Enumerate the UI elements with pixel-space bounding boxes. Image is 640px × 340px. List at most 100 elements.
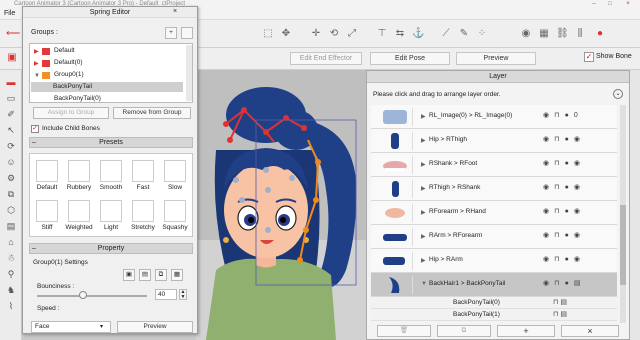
copy-preset-icon[interactable]: ⧉ — [155, 269, 167, 281]
flip-icon[interactable]: ⇆ — [394, 28, 406, 40]
bounciness-input[interactable]: 40 — [155, 289, 177, 300]
link-icon[interactable]: ⛓ — [556, 28, 569, 40]
tool-face-icon[interactable]: ☺ — [5, 156, 17, 168]
delete-layer-icon[interactable]: 🗑 — [377, 325, 431, 337]
include-child-bones-checkbox-icon[interactable]: ✓ — [31, 125, 39, 133]
visibility-icon[interactable]: ◉ — [574, 232, 580, 239]
duplicate-layer-icon[interactable]: ⧉ — [437, 325, 491, 337]
tool-brush-icon[interactable]: ✐ — [5, 108, 17, 120]
eye-icon[interactable]: ◉ — [543, 232, 549, 239]
bounciness-slider-thumb[interactable] — [79, 291, 87, 299]
tool-sprite-icon[interactable]: ⚙ — [5, 172, 17, 184]
tree-row-group0-1[interactable]: ▼ Group0(1) — [32, 70, 182, 80]
tool-lasso-icon[interactable]: ⟳ — [5, 140, 17, 152]
lock-icon[interactable]: ⊓ — [553, 311, 558, 318]
visibility-icon[interactable]: ◉ — [574, 256, 580, 263]
remove-layer-button[interactable]: × — [561, 325, 619, 337]
expand-arrow-icon[interactable]: ▶ — [421, 185, 426, 192]
add-group-button[interactable]: + — [165, 27, 177, 39]
split-icon[interactable]: ⫼ — [574, 28, 586, 40]
tool-layer-icon[interactable]: ⧉ — [5, 188, 17, 200]
chevron-down-icon[interactable]: ⌄ — [613, 89, 623, 99]
move-icon[interactable]: ✛ — [310, 28, 322, 40]
lock-icon[interactable]: ⊓ — [554, 280, 559, 287]
remove-from-group-button[interactable]: Remove from Group — [113, 107, 191, 119]
layer-row[interactable]: ▶ RShank > RFoot ◉ ⊓ ● ◉ — [371, 153, 617, 177]
save-preset-icon[interactable]: ▣ — [123, 269, 135, 281]
preset-stretchy[interactable]: Stretchy — [128, 200, 158, 231]
layer-row[interactable]: ▶ Hip > RThigh ◉ ⊓ ● ◉ — [371, 129, 617, 153]
eye-icon[interactable]: ◉ — [543, 136, 549, 143]
layers-icon[interactable]: ▤ — [560, 299, 567, 306]
eye-icon[interactable]: ◉ — [543, 280, 549, 287]
preset-fast[interactable]: Fast — [128, 160, 158, 191]
tool-run-icon[interactable]: ⚲ — [5, 268, 17, 280]
preset-stiff[interactable]: Stiff — [32, 200, 62, 231]
dot-icon[interactable]: ● — [565, 136, 569, 143]
visibility-icon[interactable]: ◉ — [574, 184, 580, 191]
minimize-icon[interactable]: – — [588, 0, 600, 8]
visibility-icon[interactable]: ◉ — [574, 136, 580, 143]
bounciness-stepper-icon[interactable]: ▲ ▼ — [179, 289, 187, 300]
remove-group-button[interactable] — [181, 27, 193, 39]
lock-icon[interactable]: ⊓ — [553, 299, 558, 306]
eye-icon[interactable]: ◉ — [543, 208, 549, 215]
tool-walk-icon[interactable]: ♞ — [5, 284, 17, 296]
tool-red-icon[interactable]: ▬ — [5, 76, 17, 88]
lock-icon[interactable]: ⊓ — [554, 136, 559, 143]
stage-canvas[interactable] — [196, 70, 366, 340]
record-icon[interactable]: ● — [594, 28, 606, 40]
expand-arrow-icon[interactable]: ▶ — [34, 47, 39, 57]
expand-arrow-icon[interactable]: ▶ — [421, 233, 426, 240]
tool-link-icon[interactable]: ⌂ — [5, 236, 17, 248]
collapse-icon[interactable]: – — [32, 244, 36, 254]
bounciness-slider-track[interactable] — [37, 295, 147, 297]
expand-arrow-icon[interactable]: ▶ — [34, 59, 39, 69]
layer-scrollbar-thumb[interactable] — [620, 205, 626, 285]
expand-arrow-icon[interactable]: ▶ — [421, 137, 426, 144]
layer-row[interactable]: ▶ RForearm > RHand ◉ ⊓ ● ◉ — [371, 201, 617, 225]
dot-icon[interactable]: ● — [565, 208, 569, 215]
spring-preview-button[interactable]: Preview — [117, 321, 193, 333]
preset-slow[interactable]: Slow — [160, 160, 190, 191]
tree-row-default-0[interactable]: ▶ Default(0) — [32, 58, 182, 68]
show-bone-checkbox-icon[interactable]: ✓ — [584, 52, 594, 62]
collapse-arrow-icon[interactable]: ▼ — [421, 281, 427, 287]
select-icon[interactable]: ⬚ — [262, 28, 274, 40]
layer-row-selected[interactable]: ▼ BackHair1 > BackPonyTail ◉ ⊓ ● ▤ — [371, 273, 617, 297]
eye-icon[interactable]: ◉ — [543, 160, 549, 167]
layer-subrow[interactable]: BackPonyTail(0) ⊓ ▤ — [371, 297, 617, 309]
tree-row-backponytail-0[interactable]: BackPonyTail(0) — [32, 94, 182, 104]
preset-weighted[interactable]: Weighted — [64, 200, 94, 231]
lock-icon[interactable]: ⊓ — [554, 208, 559, 215]
dot-icon[interactable]: ● — [565, 256, 569, 263]
assign-to-group-button[interactable]: Assign to Group — [33, 107, 109, 119]
align-icon[interactable]: ⊤ — [376, 28, 388, 40]
nodes-icon[interactable]: ⁘ — [476, 28, 488, 40]
lock-icon[interactable]: ⊓ — [554, 256, 559, 263]
tree-scrollbar[interactable] — [186, 45, 192, 101]
camera-icon[interactable]: ◉ — [520, 28, 532, 40]
dot-icon[interactable]: ● — [565, 232, 569, 239]
preset-smooth[interactable]: Smooth — [96, 160, 126, 191]
preview-button[interactable]: Preview — [456, 52, 536, 65]
face-select[interactable]: Face ▾ — [31, 321, 111, 333]
tool-cursor-icon[interactable]: ↖ — [5, 124, 17, 136]
paste-preset-icon[interactable]: ▦ — [171, 269, 183, 281]
dot-icon[interactable]: ● — [565, 184, 569, 191]
eye-icon[interactable]: ◉ — [543, 112, 549, 119]
add-layer-button[interactable]: + — [497, 325, 555, 337]
panel-close-icon[interactable]: × — [173, 8, 183, 17]
lock-icon[interactable]: ⊓ — [554, 160, 559, 167]
preset-light[interactable]: Light — [96, 200, 126, 231]
scale-icon[interactable]: ⤢ — [346, 28, 358, 40]
lock-icon[interactable]: ⊓ — [554, 232, 559, 239]
preset-rubbery[interactable]: Rubbery — [64, 160, 94, 191]
tree-row-backponytail[interactable]: BackPonyTail — [31, 82, 183, 92]
collapse-arrow-icon[interactable]: ▼ — [34, 71, 40, 81]
rotate-icon[interactable]: ⟲ — [328, 28, 340, 40]
edit-icon[interactable]: ✎ — [458, 28, 470, 40]
visibility-icon[interactable]: ◉ — [574, 208, 580, 215]
edit-pose-button[interactable]: Edit Pose — [370, 52, 450, 65]
open-preset-icon[interactable]: ▤ — [139, 269, 151, 281]
